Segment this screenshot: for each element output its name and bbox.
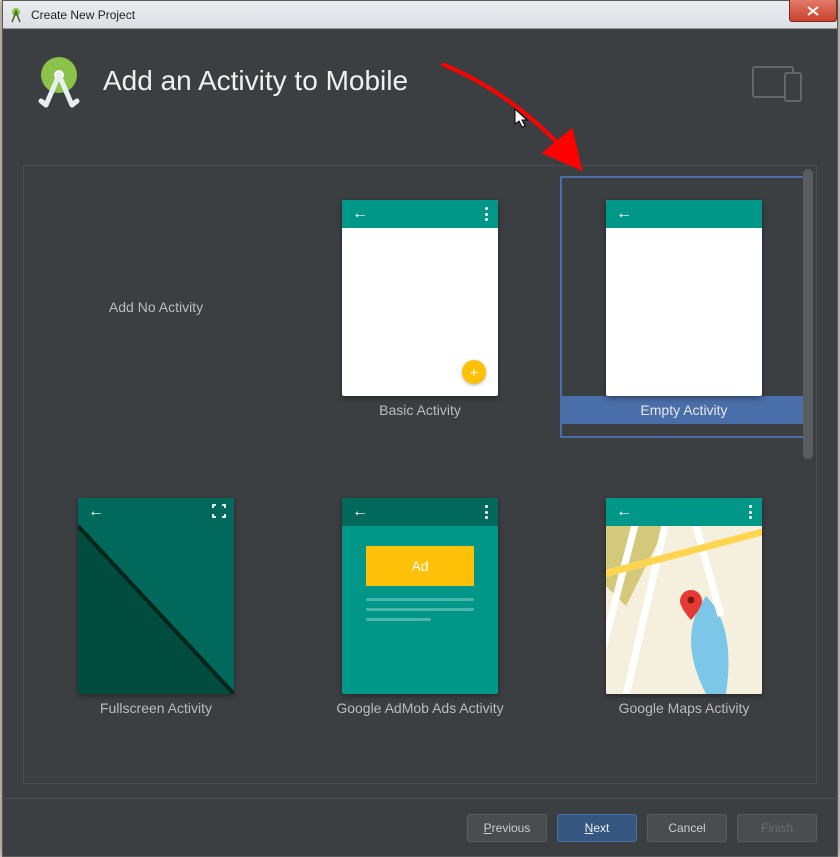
close-icon bbox=[807, 6, 819, 16]
template-basic[interactable]: ← + Basic Activity bbox=[296, 176, 544, 458]
back-arrow-icon: ← bbox=[616, 205, 632, 223]
template-none[interactable]: Add No Activity bbox=[32, 176, 280, 458]
back-arrow-icon: ← bbox=[616, 503, 632, 521]
menu-dots-icon bbox=[749, 505, 752, 519]
android-studio-logo bbox=[31, 53, 87, 109]
back-arrow-icon: ← bbox=[352, 205, 368, 223]
dialog-header: Add an Activity to Mobile bbox=[3, 29, 837, 133]
template-label: Google Maps Activity bbox=[560, 694, 808, 722]
template-fullscreen[interactable]: ← Fullscreen Activity bbox=[32, 474, 280, 756]
next-button[interactable]: Next bbox=[557, 814, 637, 842]
template-label: Empty Activity bbox=[560, 396, 808, 424]
menu-dots-icon bbox=[485, 505, 488, 519]
nav-dots bbox=[78, 677, 234, 686]
fullscreen-icon bbox=[212, 504, 226, 518]
template-maps[interactable]: ← Google Maps Activity bbox=[560, 474, 808, 756]
menu-dots-icon bbox=[485, 207, 488, 221]
dialog-footer: Previous Next Cancel Finish bbox=[3, 798, 837, 856]
fab-icon: + bbox=[462, 360, 486, 384]
ad-placeholder: Ad bbox=[366, 546, 474, 586]
previous-button[interactable]: Previous bbox=[467, 814, 547, 842]
template-none[interactable]: Add No Activity bbox=[109, 178, 203, 436]
back-arrow-icon: ← bbox=[88, 503, 104, 521]
device-icon bbox=[751, 65, 805, 105]
template-admob[interactable]: ← Ad Google AdMob Ads Activity bbox=[296, 474, 544, 756]
android-studio-icon bbox=[7, 6, 25, 24]
template-gallery: Add No Activity ← + Basic Activity ← Emp… bbox=[23, 165, 817, 784]
dialog-window: Create New Project Add an Activity to Mo… bbox=[2, 0, 838, 857]
template-label: Add No Activity bbox=[109, 299, 203, 315]
titlebar: Create New Project bbox=[3, 1, 837, 29]
header-title: Add an Activity to Mobile bbox=[103, 65, 408, 97]
template-empty[interactable]: ← Empty Activity bbox=[560, 176, 808, 458]
back-arrow-icon: ← bbox=[352, 503, 368, 521]
template-label: Fullscreen Activity bbox=[32, 694, 280, 722]
template-label: Google AdMob Ads Activity bbox=[296, 694, 544, 722]
finish-button: Finish bbox=[737, 814, 817, 842]
template-label: Basic Activity bbox=[296, 396, 544, 424]
cancel-button[interactable]: Cancel bbox=[647, 814, 727, 842]
scrollbar[interactable] bbox=[803, 169, 813, 459]
window-title: Create New Project bbox=[31, 8, 135, 22]
close-button[interactable] bbox=[789, 0, 837, 22]
